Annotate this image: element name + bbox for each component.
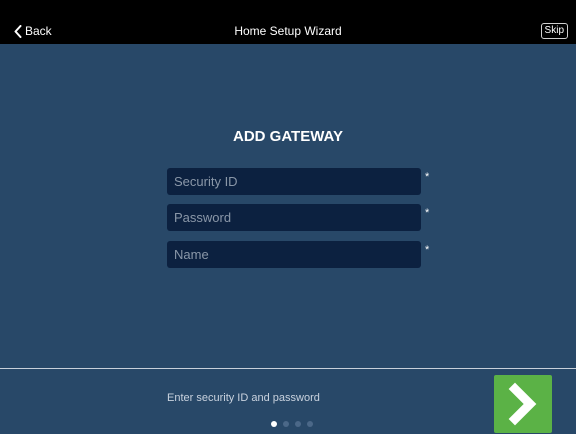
instruction-text: Enter security ID and password <box>167 392 320 404</box>
name-field[interactable] <box>167 241 421 268</box>
security-id-required-mark: * <box>425 171 430 183</box>
password-input[interactable] <box>167 204 421 231</box>
security-id-input[interactable] <box>167 168 421 195</box>
page-indicator <box>271 421 313 427</box>
page-title: Home Setup Wizard <box>234 24 342 38</box>
skip-button[interactable]: Skip <box>540 23 568 39</box>
section-heading: ADD GATEWAY <box>232 128 343 145</box>
name-input[interactable] <box>167 241 421 268</box>
page-dot <box>295 421 301 427</box>
page-dot <box>271 421 277 427</box>
password-field[interactable] <box>167 204 421 231</box>
page-dot <box>283 421 289 427</box>
security-id-field[interactable] <box>167 168 421 195</box>
password-required-mark: * <box>425 207 430 219</box>
wizard-screen: Back Home Setup Wizard Skip ADD GATEWAY … <box>0 0 576 434</box>
top-navigation-bar: Back Home Setup Wizard Skip <box>0 0 576 44</box>
next-button[interactable] <box>494 375 552 433</box>
name-required-mark: * <box>425 244 430 256</box>
chevron-right-icon <box>494 375 552 433</box>
page-dot <box>307 421 313 427</box>
